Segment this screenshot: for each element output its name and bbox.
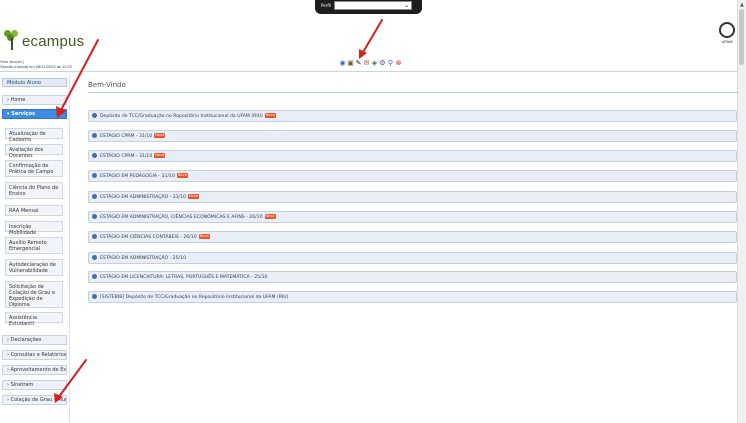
vertical-scrollbar[interactable]: ▲ (737, 0, 746, 423)
news-row[interactable]: ESTÁGIO EM PEDAGOGIA - 31/10 Novo (88, 170, 737, 182)
bullet-icon (92, 152, 97, 158)
sidebar-item-servicos[interactable]: ▾ Serviços (2, 109, 67, 119)
submenu-item[interactable]: Atualização de Cadastro (5, 128, 63, 143)
bullet-icon (92, 233, 97, 239)
bullet-icon (92, 193, 97, 199)
new-badge: Novo (176, 173, 188, 178)
new-badge: Novo (187, 194, 199, 199)
news-title[interactable]: ESTÁGIO EM CIÊNCIAS CONTÁBEIS - 26/10 (100, 235, 197, 240)
bullet-icon (92, 273, 97, 279)
logo-text: ecampus (22, 33, 85, 50)
submenu-item[interactable]: Auxílio Remoto Emergencial (5, 237, 63, 254)
sidebar-item-aproveitamento[interactable]: › Aproveitamento de Estudos (2, 365, 67, 375)
news-title[interactable]: Depósito de TCC/Graduação no Repositório… (100, 114, 263, 119)
new-badge: Novo (154, 133, 166, 138)
session-line: Sessão iniciada em 28/11/2023 às 11:29 (0, 64, 72, 69)
ufam-text: UFAM (721, 39, 733, 44)
news-row[interactable]: ESTÁGIO EM ADMINISTRAÇÃO - 31/10 Novo (88, 191, 737, 203)
bullet-icon (92, 132, 97, 138)
submenu-item[interactable]: Confirmação de Prática de Campo (5, 160, 63, 177)
submenu-item[interactable]: Assistência Estudantil (5, 312, 63, 327)
news-title[interactable]: [SISTEBIB] Depósito de TCC/Graduação no … (100, 295, 288, 300)
new-badge: Novo (198, 234, 210, 239)
news-title[interactable]: ESTÁGIO EM ADMINISTRAÇÃO - 25/10 (100, 256, 186, 261)
sidebar-item-sinetram[interactable]: › Sinetram (2, 380, 67, 390)
news-row[interactable]: ESTÁGIO EM LICENCIATURA: LETRAS, PORTUGU… (88, 271, 737, 283)
news-row[interactable]: Depósito de TCC/Graduação no Repositório… (88, 110, 737, 122)
ufam-logo: UFAM (718, 22, 736, 48)
submenu-item[interactable]: Inscrição Mobilidade (5, 221, 63, 236)
key-icon[interactable]: ◈ (371, 59, 378, 67)
submenu-item[interactable]: Solicitação de Colação de Grau e Expediç… (5, 281, 63, 308)
ecampus-logo[interactable]: ecampus (4, 26, 84, 50)
sidebar-item-declaracoes[interactable]: › Declarações (2, 335, 67, 345)
scroll-thumb[interactable] (739, 9, 744, 65)
bullet-icon (92, 213, 97, 219)
new-badge: Novo (154, 153, 166, 158)
submenu-item[interactable]: Avaliação dos Docentes (5, 144, 63, 159)
submenu-item[interactable]: Autodeclaração de Vulnerabilidade (5, 259, 63, 276)
sidebar-item-home[interactable]: › Home (2, 95, 67, 105)
news-title[interactable]: ESTÁGIO CPRM - 31/10 (100, 134, 152, 139)
profile-select[interactable]: ⌄ (334, 1, 412, 10)
chevron-down-icon: ⌄ (403, 2, 409, 9)
page-title: Bem-Vindo (88, 81, 126, 89)
book-icon[interactable]: ▣ (347, 59, 354, 67)
profile-label: Perfil (321, 3, 332, 8)
scroll-up-icon[interactable]: ▲ (740, 2, 744, 8)
module-header[interactable]: Módulo Aluno (2, 78, 67, 87)
new-badge: Novo (264, 214, 276, 219)
user-icon[interactable]: ✎ (355, 59, 362, 67)
submenu-item[interactable]: RAA Mensal (5, 205, 63, 216)
bullet-icon (92, 112, 97, 118)
settings-icon[interactable]: ⚙ (379, 59, 386, 67)
bullet-icon (92, 254, 97, 260)
sidebar-item-colacao[interactable]: › Colação de Grau - Aluno (2, 395, 67, 405)
news-row[interactable]: [SISTEBIB] Depósito de TCC/Graduação no … (88, 291, 737, 303)
news-row[interactable]: ESTÁGIO EM ADMINISTRAÇÃO - 25/10 (88, 252, 737, 264)
submenu-item[interactable]: Ciência do Plano de Ensino (5, 182, 63, 199)
header-toolbar: ◉ ▣ ✎ ✉ ◈ ⚙ ⚲ ⊗ (339, 59, 402, 67)
news-row[interactable]: ESTÁGIO EM ADMINISTRAÇÃO, CIÊNCIAS ECONÔ… (88, 211, 737, 223)
new-badge: Novo (264, 113, 276, 118)
title-divider (88, 92, 738, 93)
news-title[interactable]: ESTÁGIO EM PEDAGOGIA - 31/10 (100, 174, 175, 179)
search-icon[interactable]: ⚲ (387, 59, 394, 67)
profile-bar: Perfil ⌄ (315, 0, 422, 14)
news-title[interactable]: ESTÁGIO EM ADMINISTRAÇÃO, CIÊNCIAS ECONÔ… (100, 215, 263, 220)
news-title[interactable]: ESTÁGIO EM ADMINISTRAÇÃO - 31/10 (100, 195, 186, 200)
header-divider (0, 71, 738, 72)
news-title[interactable]: ESTÁGIO CPRM - 31/10 (100, 154, 152, 159)
news-row[interactable]: ESTÁGIO EM CIÊNCIAS CONTÁBEIS - 26/10 Nov… (88, 231, 737, 243)
bullet-icon (92, 172, 97, 178)
ufam-seal-icon (719, 22, 735, 38)
home-icon[interactable]: ◉ (339, 59, 346, 67)
annotation-arrowhead (359, 49, 367, 59)
session-info: Sem vinculo | Sessão iniciada em 28/11/2… (0, 59, 72, 69)
news-row[interactable]: ESTÁGIO CPRM - 31/10 Novo (88, 150, 737, 162)
news-title[interactable]: ESTÁGIO EM LICENCIATURA: LETRAS, PORTUGU… (100, 275, 267, 280)
tree-icon (4, 30, 20, 50)
sidebar-item-consultas[interactable]: › Consultas e Relatórios (2, 350, 67, 360)
mail-icon[interactable]: ✉ (363, 59, 370, 67)
annotation-arrow (361, 19, 383, 55)
bullet-icon (92, 293, 97, 299)
news-row[interactable]: ESTÁGIO CPRM - 31/10 Novo (88, 130, 737, 142)
sidebar: Módulo Aluno › Home ▾ Serviços Atualizaç… (0, 75, 70, 423)
logout-icon[interactable]: ⊗ (395, 59, 402, 67)
